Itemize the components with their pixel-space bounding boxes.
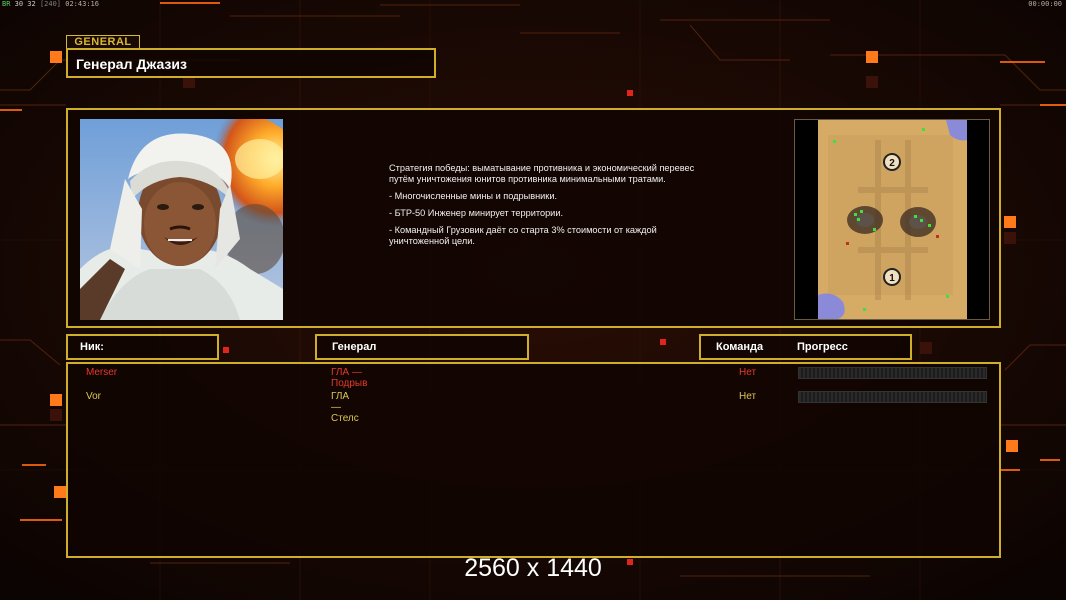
minimap[interactable]: 2 1 [818, 120, 967, 319]
description-item-mines: - Многочисленные мины и подрывники. [389, 191, 558, 201]
description-strategy: Стратегия победы: выматывание противника… [389, 163, 695, 184]
hud-time: 02:43:16 [65, 0, 99, 8]
description-item-engineer: - БТР-50 Инженер минирует территории. [389, 208, 564, 218]
portrait-image [80, 119, 283, 320]
hud-bracket: [240] [39, 0, 62, 8]
player-team: Нет [739, 391, 757, 402]
general-title: Генерал Джазиз [76, 56, 187, 72]
player-general: ГЛА — Стелс [331, 391, 359, 424]
column-team-label: Команда [716, 341, 764, 353]
hud-clock-right: 00:00:00 [1028, 0, 1062, 8]
hud-values: 30 32 [14, 0, 36, 8]
column-nick-label: Ник: [80, 341, 104, 353]
general-description: Стратегия победы: выматывание противника… [389, 163, 719, 253]
player-nick: Vor [86, 391, 102, 402]
player-progress-bar [798, 391, 987, 403]
general-portrait [80, 119, 283, 320]
column-progress-label: Прогресс [797, 341, 848, 353]
hud-prefix: BR [2, 0, 11, 8]
minimap-start-2: 2 [889, 158, 895, 169]
column-header-team-progress: Команда Прогресс [699, 334, 912, 360]
hud-status-left: BR 30 32 [240] 02:43:16 [2, 0, 99, 8]
player-progress-bar [798, 367, 987, 379]
resolution-watermark: 2560 x 1440 [464, 554, 602, 582]
minimap-terrain: 2 1 [818, 120, 967, 319]
column-general-label: Генерал [332, 341, 377, 353]
player-team: Нет [739, 367, 757, 378]
player-nick: Merser [86, 367, 118, 378]
player-general: ГЛА — Подрыв [331, 367, 368, 389]
general-title-box: Генерал Джазиз [66, 48, 436, 78]
column-header-nick: Ник: [66, 334, 219, 360]
column-header-general: Генерал [315, 334, 529, 360]
minimap-start-1: 1 [889, 273, 895, 284]
description-item-truck: - Командный Грузовик даёт со старта 3% с… [389, 225, 657, 246]
